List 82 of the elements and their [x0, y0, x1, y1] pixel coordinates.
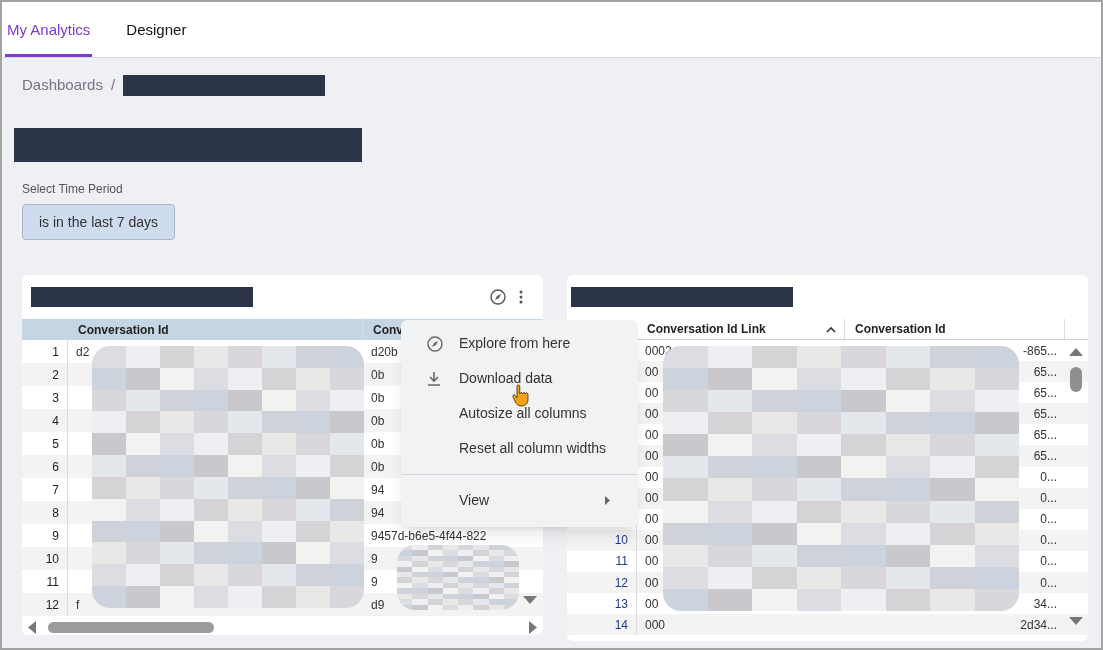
tab[interactable]: Designer — [124, 11, 189, 57]
table-cell-text: 0... — [1040, 469, 1057, 487]
breadcrumb-separator: / — [110, 74, 116, 95]
table-cell-text: 9457d-b6e5-4f44-822 — [371, 527, 487, 545]
table-cell-text: 00 — [645, 532, 659, 550]
table-cell-text: 00 — [645, 384, 659, 402]
menu-item[interactable]: Download data — [401, 361, 638, 396]
row-number: 11 — [615, 553, 628, 571]
table-cell-text: 65... — [1033, 363, 1057, 381]
table-cell-text: d20b — [371, 343, 398, 361]
submenu-arrow-icon — [605, 496, 610, 505]
row-number: 8 — [52, 504, 59, 522]
table-cell-text: 0... — [1040, 553, 1057, 571]
compass-icon — [427, 335, 443, 352]
table-cell-text: 0... — [1040, 490, 1057, 508]
table-cell-text: 00 — [645, 595, 659, 613]
table-cell-text: 00 — [645, 363, 659, 381]
scroll-right-arrow-icon[interactable] — [529, 620, 537, 634]
table-cell-text: 0... — [1040, 532, 1057, 550]
row-number: 12 — [614, 574, 628, 592]
table-cell-text: 00 — [645, 426, 659, 444]
tab[interactable]: My Analytics — [5, 11, 93, 57]
menu-item[interactable]: Explore from here — [401, 326, 638, 361]
scroll-down-arrow-icon[interactable] — [1069, 617, 1083, 625]
table-cell-text: 94 — [371, 504, 385, 522]
table-cell-text: 00 — [645, 553, 659, 571]
table-cell-text: 94 — [371, 481, 385, 499]
menu-item[interactable]: View — [401, 483, 638, 518]
table-cell-text: 65... — [1033, 426, 1057, 444]
table-cell-text: d2 — [76, 343, 90, 361]
row-number: 2 — [52, 366, 59, 384]
row-number: 4 — [52, 412, 59, 430]
table-cell-text: -865... — [1022, 342, 1057, 360]
table-cell-text: 0b — [371, 389, 385, 407]
scroll-down-arrow-icon[interactable] — [523, 596, 537, 604]
table-cell-text: f — [76, 596, 80, 614]
compass-icon[interactable] — [490, 289, 506, 305]
more-options-icon[interactable] — [518, 289, 524, 305]
table-cell-text: 9 — [371, 550, 378, 568]
row-number: 14 — [614, 616, 628, 634]
table-cell-text: 0b — [371, 435, 385, 453]
table-cell-text: 00 — [645, 490, 659, 508]
scrollbar-thumb[interactable] — [48, 621, 214, 633]
table-cell-text: 0b — [371, 366, 385, 384]
row-number: 6 — [52, 458, 59, 476]
scroll-up-arrow-icon[interactable] — [1069, 348, 1083, 356]
row-number: 10 — [614, 532, 628, 550]
row-number: 1 — [52, 343, 59, 361]
row-number: 3 — [52, 389, 59, 407]
table-cell-text: 2d34... — [1020, 616, 1057, 634]
table-cell-text: 00 — [645, 574, 659, 592]
row-number: 10 — [45, 550, 59, 568]
table-cell-text: 000 — [645, 616, 666, 634]
table-cell-text: 65... — [1033, 405, 1057, 423]
breadcrumb-link[interactable]: Dashboards — [22, 73, 103, 97]
table-cell-text: 00 — [645, 469, 659, 487]
table-cell-text: 00 — [645, 405, 659, 423]
scroll-left-arrow-icon[interactable] — [28, 620, 36, 634]
column-header[interactable]: Conversation Id — [845, 319, 1065, 339]
table-cell-text: 0b — [371, 412, 385, 430]
table-cell-text: 0... — [1040, 511, 1057, 529]
table-cell-text: 0b — [371, 458, 385, 476]
table-cell-text: 34... — [1033, 595, 1057, 613]
menu-item[interactable]: Autosize all columns — [401, 396, 638, 431]
table-cell-text: 65... — [1033, 448, 1057, 465]
row-number: 5 — [52, 435, 59, 453]
table-cell-text: 00 — [645, 448, 659, 465]
filter-label: Select Time Period — [22, 181, 124, 198]
row-number: 9 — [52, 527, 59, 545]
row-number: 12 — [45, 596, 59, 614]
table-cell-text: d9 — [371, 596, 385, 614]
menu-item[interactable]: Reset all column widths — [401, 431, 638, 466]
row-number: 13 — [614, 595, 628, 613]
time-period-button[interactable]: is in the last 7 days — [22, 204, 176, 240]
table-cell-text: 0... — [1040, 574, 1057, 592]
table-cell-text: 00 — [645, 511, 659, 529]
download-icon — [427, 371, 441, 386]
table-cell-text: 9 — [371, 573, 378, 591]
sort-ascending-icon[interactable] — [826, 325, 836, 333]
table-cell-text: 65... — [1033, 384, 1057, 402]
row-number: 7 — [52, 481, 59, 499]
row-number: 11 — [46, 573, 59, 591]
